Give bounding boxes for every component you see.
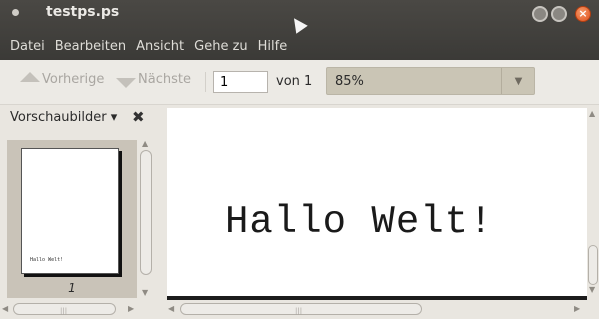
scroll-left-icon[interactable]: ◀ [2,304,8,313]
thumbnail-list: Hallo Welt! 1 [7,140,137,298]
thumbnail-page-number: 1 [68,281,76,295]
thumbnail-sidebar: Vorschaubilder ▾ ✖ Hallo Welt! 1 ▲ ▼ ◀ |… [0,105,160,319]
document-text: Hallo Welt! [225,200,494,244]
minimize-button[interactable] [532,6,548,22]
sidebar-vertical-scrollbar[interactable]: ▲ ▼ [138,139,154,298]
mouse-cursor-icon [288,14,308,34]
toolbar: Vorherige Nächste von 1 85% ▼ [0,60,599,105]
page-number-input[interactable] [213,71,268,93]
toolbar-separator [205,72,206,92]
scroll-left-icon[interactable]: ◀ [168,304,174,313]
sidebar-header: Vorschaubilder ▾ ✖ [0,105,160,131]
next-page-button[interactable]: Nächste [116,72,191,88]
maximize-button[interactable] [551,6,567,22]
arrow-down-icon [116,77,136,88]
menu-bearbeiten[interactable]: Bearbeiten [49,36,130,58]
sidebar-mode-dropdown[interactable]: Vorschaubilder ▾ [10,110,117,125]
thumbnail-text: Hallo Welt! [30,257,64,263]
previous-page-button[interactable]: Vorherige [20,71,105,87]
document-vertical-scrollbar[interactable]: ▲ ▼ [587,105,599,297]
title-bar: testps.ps × Datei Bearbeiten Ansicht Geh… [0,0,599,60]
page-count-label: von 1 [276,74,313,89]
zoom-value: 85% [335,74,364,89]
scroll-up-icon[interactable]: ▲ [589,109,595,118]
arrow-up-icon [20,71,40,82]
grip-icon: ||| [295,307,303,315]
next-page-label: Nächste [138,72,191,87]
scroll-right-icon[interactable]: ▶ [128,304,134,313]
document-horizontal-scrollbar[interactable]: ◀ ||| ▶ [164,302,587,316]
close-button[interactable]: × [575,6,591,22]
menu-hilfe[interactable]: Hilfe [252,36,292,58]
menu-datei[interactable]: Datei [0,36,49,58]
menu-gehe-zu[interactable]: Gehe zu [188,36,252,58]
window-menu-icon[interactable] [12,9,19,16]
chevron-down-icon[interactable]: ▼ [501,68,535,94]
scroll-up-icon[interactable]: ▲ [142,139,148,148]
page-thumbnail[interactable]: Hallo Welt! [21,148,119,274]
scroll-down-icon[interactable]: ▼ [142,288,148,297]
document-vscroll-thumb[interactable] [588,245,598,285]
sidebar-vscroll-thumb[interactable] [140,150,152,275]
document-hscroll-thumb[interactable]: ||| [180,303,422,315]
scroll-down-icon[interactable]: ▼ [589,285,595,294]
zoom-select[interactable]: 85% ▼ [326,67,535,95]
menu-bar: Datei Bearbeiten Ansicht Gehe zu Hilfe [0,36,291,58]
sidebar-hscroll-thumb[interactable]: ||| [13,303,116,315]
scroll-right-icon[interactable]: ▶ [574,304,580,313]
sidebar-horizontal-scrollbar[interactable]: ◀ ||| ▶ [2,302,137,316]
sidebar-close-icon[interactable]: ✖ [132,108,145,126]
window-title: testps.ps [46,4,120,20]
menu-ansicht[interactable]: Ansicht [130,36,188,58]
document-view: Hallo Welt! ▲ ▼ ◀ ||| ▶ [164,105,599,319]
document-page: Hallo Welt! [167,108,587,300]
previous-page-label: Vorherige [42,72,105,87]
grip-icon: ||| [60,307,68,315]
